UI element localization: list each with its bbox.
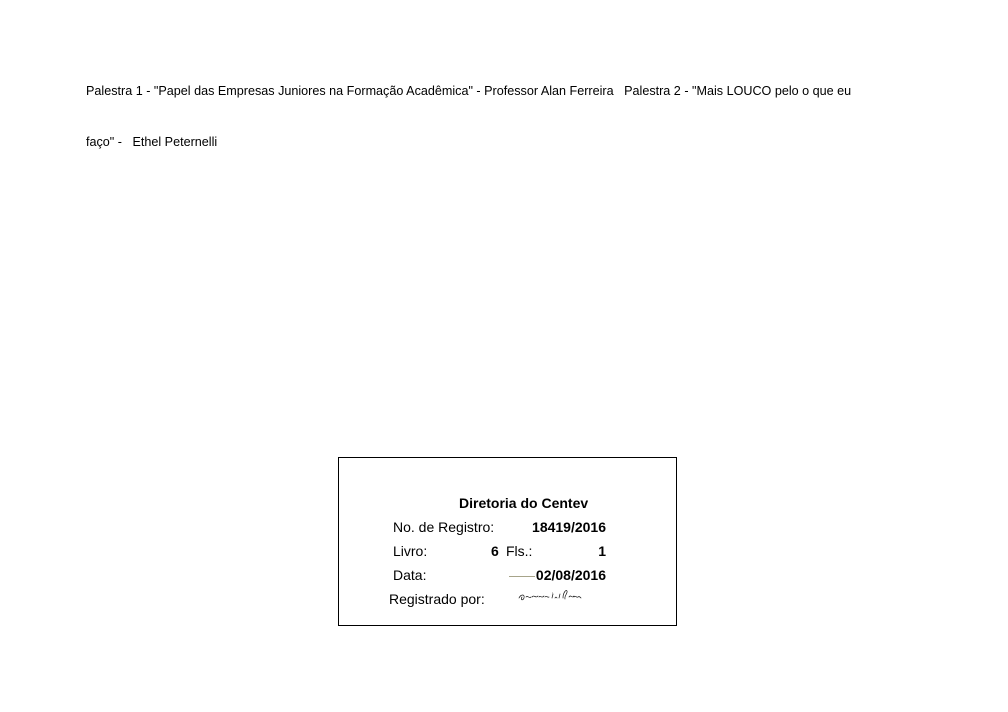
fls-value: 1 (598, 543, 606, 559)
header-text: Palestra 1 - "Papel das Empresas Juniore… (86, 49, 916, 168)
registrado-label: Registrado por: (389, 591, 485, 607)
registro-value: 18419/2016 (532, 519, 606, 535)
date-underline (509, 576, 535, 577)
handwritten-signature (518, 590, 582, 601)
header-line-2: faço" - Ethel Peternelli (86, 135, 218, 149)
livro-value: 6 (491, 543, 499, 559)
data-value: 02/08/2016 (535, 567, 606, 583)
registration-stamp: Diretoria do Centev No. de Registro: 184… (338, 457, 677, 626)
livro-label: Livro: (393, 543, 428, 559)
data-label: Data: (393, 567, 427, 583)
fls-label: Fls.: (506, 543, 533, 559)
registro-label: No. de Registro: (393, 519, 495, 535)
registration-title: Diretoria do Centev (459, 495, 589, 511)
header-line-1: Palestra 1 - "Papel das Empresas Juniore… (86, 84, 852, 98)
